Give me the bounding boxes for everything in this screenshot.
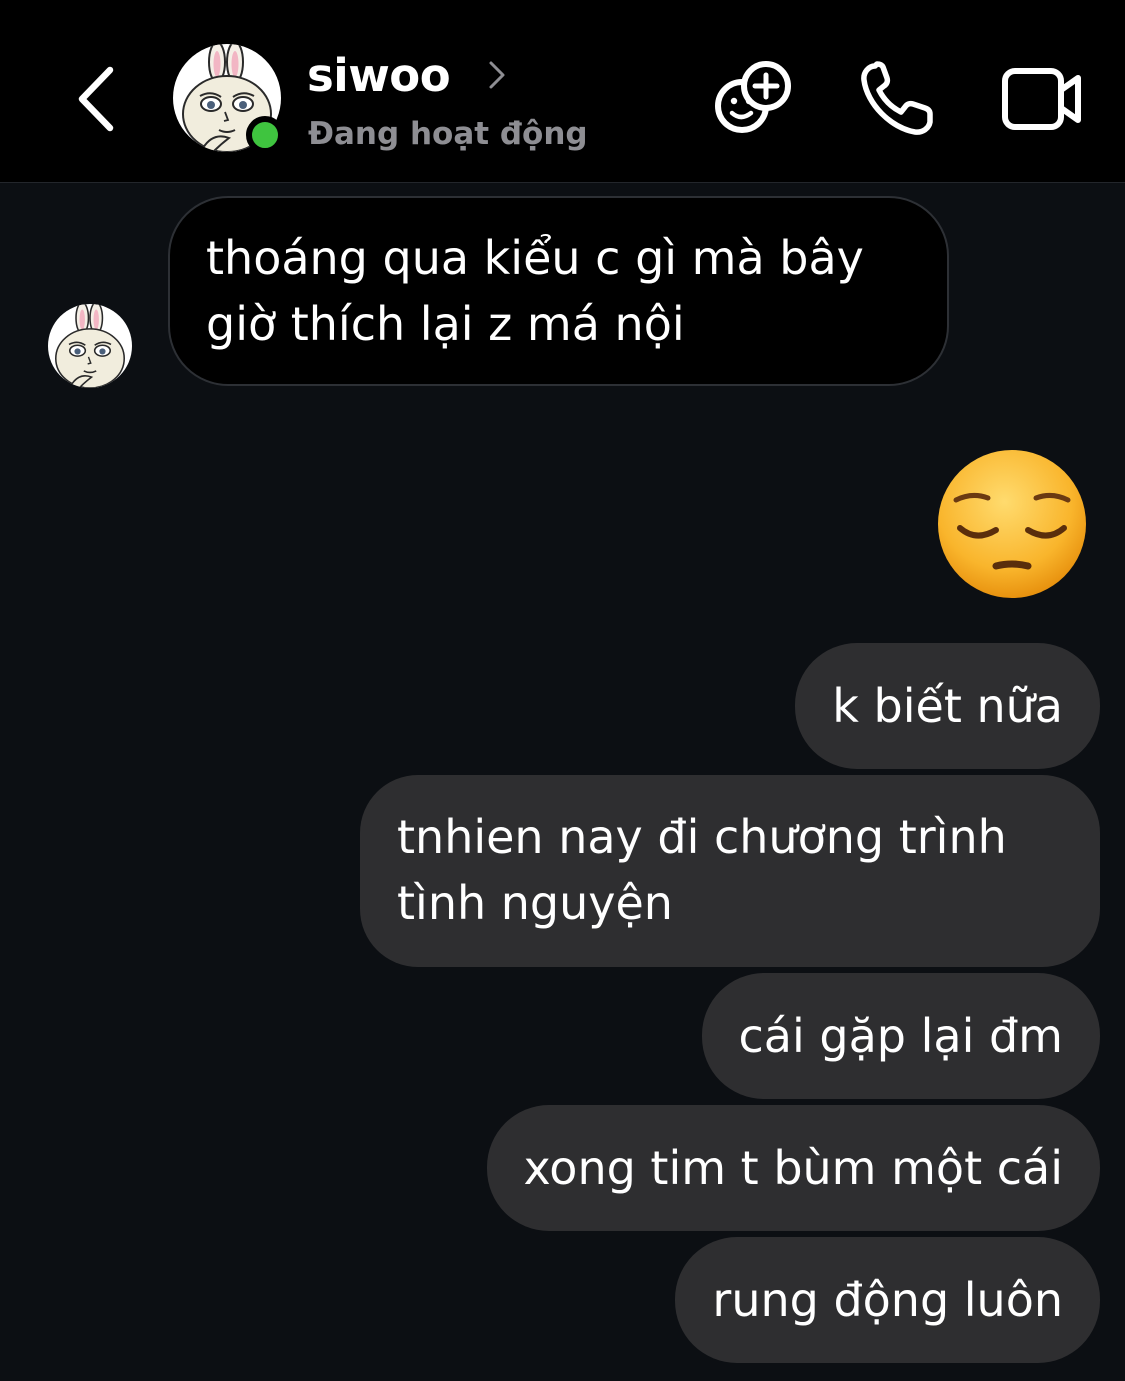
message-text-line: giờ thích lại z má nội: [206, 297, 685, 351]
incoming-message-bubble[interactable]: thoáng qua kiểu c gì mà bây giờ thích lạ…: [168, 196, 949, 386]
pensive-face-icon[interactable]: [936, 448, 1088, 600]
chevron-left-icon[interactable]: [64, 62, 128, 136]
message-text: k biết nữa: [832, 679, 1063, 733]
chat-screen: siwoo Đang hoạt động thoáng qua kiểu c g…: [0, 0, 1125, 1381]
effects-plus-icon[interactable]: [710, 56, 796, 142]
chevron-right-icon[interactable]: [484, 58, 510, 92]
message-text-line: thoáng qua kiểu c gì mà bây: [206, 231, 864, 285]
message-text-line: tnhien nay đi chương trình: [397, 810, 1007, 864]
video-camera-icon[interactable]: [998, 56, 1084, 142]
outgoing-message-bubble[interactable]: xong tim t bùm một cái: [486, 1105, 1100, 1231]
phone-icon[interactable]: [855, 56, 941, 142]
outgoing-message-bubble[interactable]: cái gặp lại đm: [701, 973, 1100, 1099]
outgoing-message-bubble[interactable]: rung động luôn: [675, 1237, 1100, 1363]
outgoing-message-bubble[interactable]: k biết nữa: [795, 643, 1100, 769]
sender-avatar[interactable]: [48, 304, 132, 388]
message-text: cái gặp lại đm: [738, 1009, 1063, 1063]
contact-name[interactable]: siwoo: [307, 44, 451, 108]
contact-status: Đang hoạt động: [308, 116, 588, 152]
chat-header: siwoo Đang hoạt động: [0, 0, 1125, 183]
outgoing-message-bubble[interactable]: tnhien nay đi chương trình tình nguyện: [360, 775, 1100, 967]
message-text: rung động luôn: [712, 1273, 1063, 1327]
message-text: xong tim t bùm một cái: [523, 1141, 1064, 1195]
online-status-dot: [246, 116, 284, 154]
message-text-line: tình nguyện: [397, 876, 673, 930]
